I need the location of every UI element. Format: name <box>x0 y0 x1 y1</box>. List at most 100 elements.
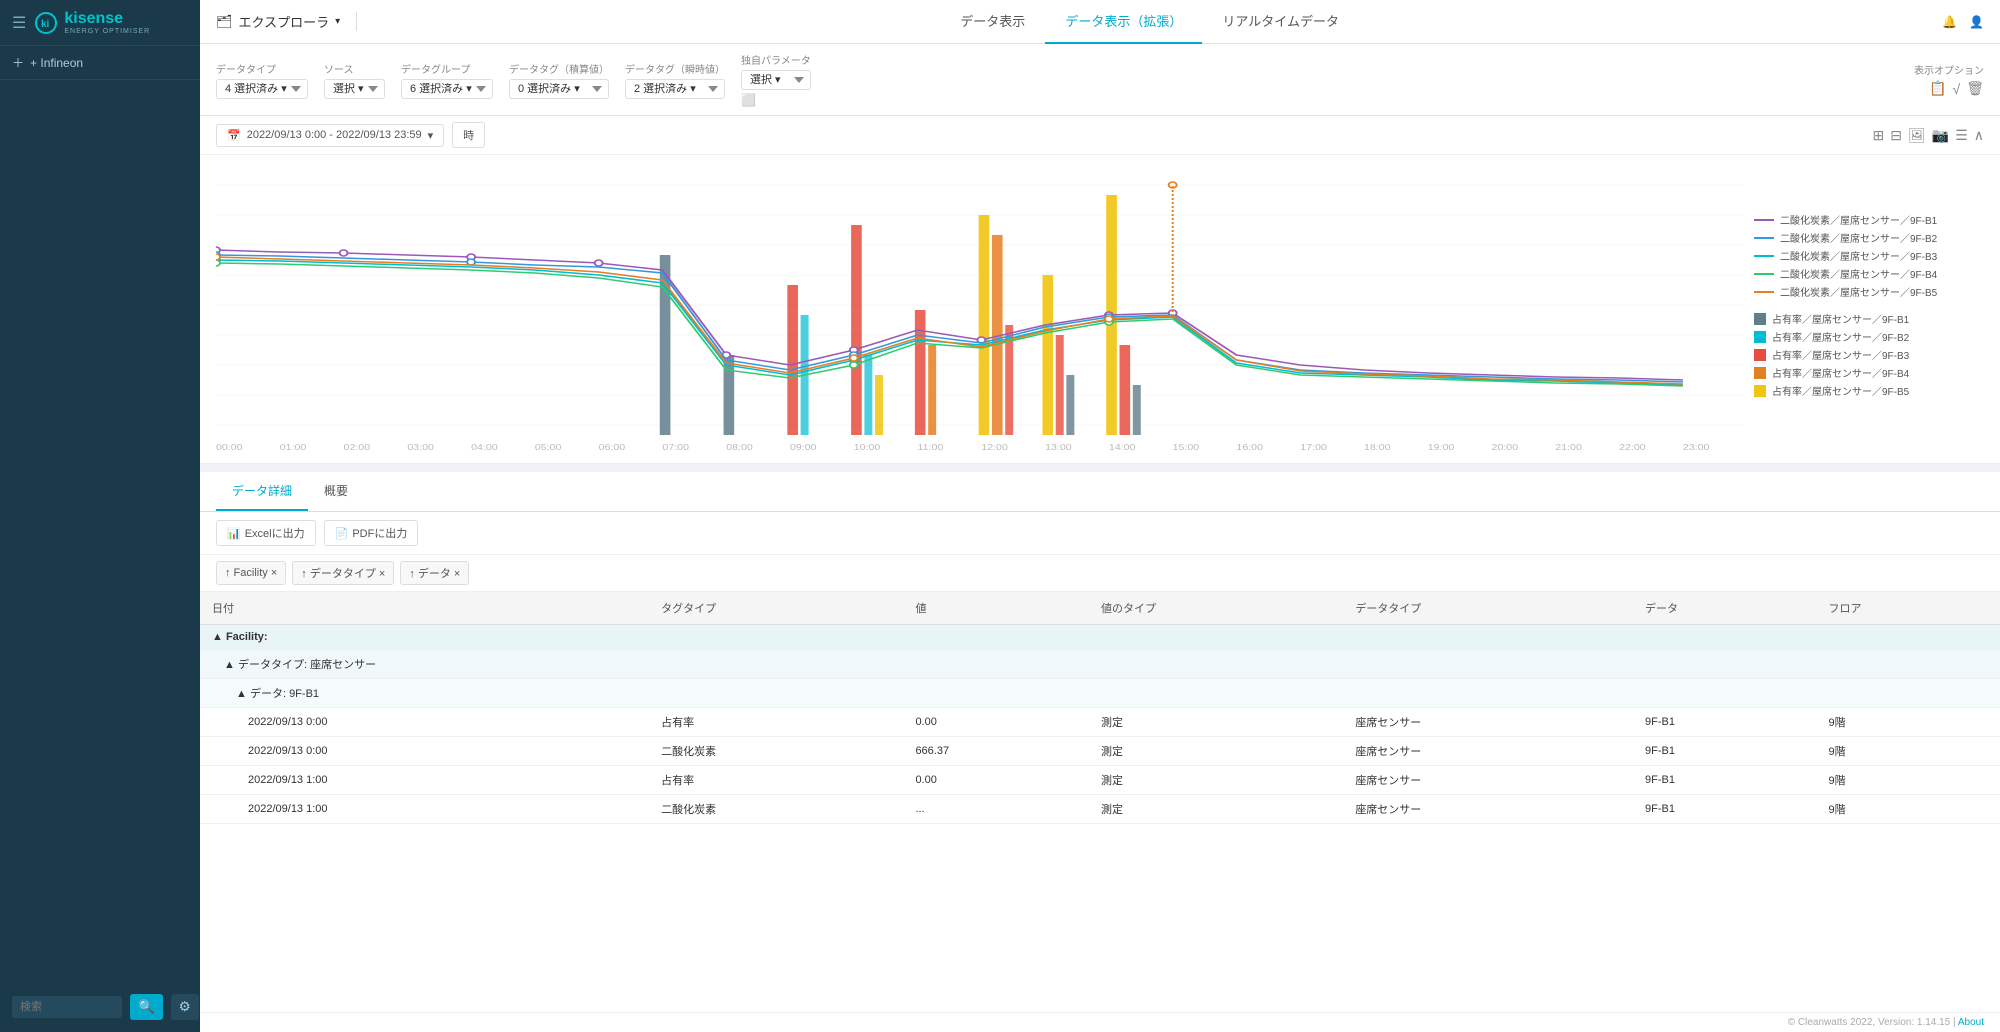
date-range-button[interactable]: 📅 2022/09/13 0:00 - 2022/09/13 23:59 ▾ <box>216 124 444 147</box>
display-icons: 📋 √ 🗑 <box>1929 80 1984 97</box>
tab-summary[interactable]: 概要 <box>308 472 364 511</box>
svg-text:12:00: 12:00 <box>981 442 1008 451</box>
svg-text:09:00: 09:00 <box>790 442 817 451</box>
custom-param-select[interactable]: 選択 ▾ <box>741 70 811 90</box>
add-infineon-button[interactable]: ＋ + Infineon <box>0 46 200 80</box>
tab-data-detail[interactable]: データ詳細 <box>216 472 308 511</box>
legend-label-co2-b5: 二酸化炭素／屋席センサー／9F-B5 <box>1780 284 1937 299</box>
chart-list-icon[interactable]: ☰ <box>1955 127 1968 144</box>
svg-text:04:00: 04:00 <box>471 442 498 451</box>
filter-tag-data-label: ↑ データ × <box>409 565 460 581</box>
svg-text:15:00: 15:00 <box>1173 442 1200 451</box>
svg-text:22:00: 22:00 <box>1619 442 1646 451</box>
col-date: 日付 <box>200 592 649 625</box>
export-excel-label: Excelに出力 <box>245 525 305 541</box>
tab-realtime[interactable]: リアルタイムデータ <box>1202 0 1359 44</box>
svg-text:ki: ki <box>41 19 50 30</box>
custom-param-label: 独自パラメータ <box>741 52 811 67</box>
nav-icons: 🔔 👤 <box>1942 15 1984 29</box>
display-formula-icon[interactable]: √ <box>1953 81 1961 97</box>
legend-item-occ-b1: 占有率／屋席センサー／9F-B1 <box>1754 311 1984 326</box>
table-row: 2022/09/13 0:00 占有率 0.00 測定 座席センサー 9F-B1… <box>200 708 2000 737</box>
calendar-icon: 📅 <box>227 129 241 142</box>
facility-collapse-icon[interactable]: ▲ <box>212 631 223 643</box>
svg-text:20:00: 20:00 <box>1492 442 1519 451</box>
hamburger-icon[interactable]: ☰ <box>12 13 26 33</box>
custom-param-extra-icon[interactable]: ⬜ <box>741 93 811 107</box>
legend-bar-occ-b3 <box>1754 349 1766 361</box>
data-tag-acc-select[interactable]: 0 選択済み ▾ <box>509 79 609 99</box>
data-type-select[interactable]: 4 選択済み ▾ <box>216 79 308 99</box>
col-data-type: データタイプ <box>1343 592 1633 625</box>
page-footer: © Cleanwatts 2022, Version: 1.14.15 | Ab… <box>200 1012 2000 1032</box>
cell-data-type: 座席センサー <box>1343 737 1633 766</box>
data-group-select[interactable]: 6 選択済み ▾ <box>401 79 493 99</box>
svg-text:19:00: 19:00 <box>1428 442 1455 451</box>
data-tag-inst-select[interactable]: 2 選択済み ▾ <box>625 79 725 99</box>
user-icon[interactable]: 👤 <box>1969 15 1984 29</box>
chart-grid-icon[interactable]: ⊞ <box>1873 127 1885 144</box>
chart-stack-icon[interactable]: ⊟ <box>1890 127 1902 144</box>
svg-text:07:00: 07:00 <box>662 442 689 451</box>
legend-item-occ-b2: 占有率／屋席センサー／9F-B2 <box>1754 329 1984 344</box>
data-item-collapse-icon[interactable]: ▲ <box>236 688 247 700</box>
legend-label-occ-b1: 占有率／屋席センサー／9F-B1 <box>1772 311 1909 326</box>
chart-collapse-icon[interactable]: ∧ <box>1974 127 1984 144</box>
filter-button[interactable]: ⚙ <box>171 994 199 1020</box>
source-label: ソース <box>324 61 385 76</box>
data-type-filter-group: データタイプ 4 選択済み ▾ <box>216 61 308 99</box>
legend-line-co2-b5 <box>1754 291 1774 293</box>
chart-image-icon[interactable]: 🖼 <box>1908 127 1926 144</box>
search-input[interactable] <box>12 996 122 1018</box>
cell-floor: 9階 <box>1816 708 2000 737</box>
cell-value: 666.37 <box>903 737 1089 766</box>
filter-tag-facility[interactable]: ↑ Facility × <box>216 561 286 585</box>
chart-section: 📅 2022/09/13 0:00 - 2022/09/13 23:59 ▾ 時… <box>200 116 2000 464</box>
datatype-label: データタイプ: 座席センサー <box>238 659 376 671</box>
custom-param-filter-group: 独自パラメータ 選択 ▾ ⬜ <box>741 52 811 107</box>
legend-item-co2-b1: 二酸化炭素／屋席センサー／9F-B1 <box>1754 212 1984 227</box>
chart-photo-icon[interactable]: 📷 <box>1932 127 1949 144</box>
sidebar-footer: 🔍 ⚙ <box>0 982 200 1032</box>
legend-label-co2-b3: 二酸化炭素／屋席センサー／9F-B3 <box>1780 248 1937 263</box>
legend-label-occ-b4: 占有率／屋席センサー／9F-B4 <box>1772 365 1909 380</box>
export-pdf-button[interactable]: 📄 PDFに出力 <box>324 520 419 546</box>
export-excel-button[interactable]: 📊 Excelに出力 <box>216 520 316 546</box>
filter-tag-datatype[interactable]: ↑ データタイプ × <box>292 561 394 585</box>
notification-icon[interactable]: 🔔 <box>1942 15 1957 29</box>
tab-data-view[interactable]: データ表示 <box>940 0 1045 44</box>
cell-floor: 9階 <box>1816 795 2000 824</box>
group-row-datatype: ▲ データタイプ: 座席センサー <box>200 650 2000 679</box>
tab-data-view-ext[interactable]: データ表示（拡張） <box>1045 0 1202 44</box>
datatype-group-cell: ▲ データタイプ: 座席センサー <box>200 650 2000 679</box>
display-table-icon[interactable]: 📋 <box>1929 80 1946 97</box>
date-range-text: 2022/09/13 0:00 - 2022/09/13 23:59 <box>247 129 422 141</box>
main-content: 🗂 エクスプローラ ▾ データ表示 データ表示（拡張） リアルタイムデータ 🔔 … <box>200 0 2000 1032</box>
facility-label: Facility: <box>226 631 268 643</box>
source-select[interactable]: 選択 ▾ <box>324 79 385 99</box>
table-row: 2022/09/13 1:00 二酸化炭素 ... 測定 座席センサー 9F-B… <box>200 795 2000 824</box>
datatype-collapse-icon[interactable]: ▲ <box>224 659 235 671</box>
cell-value-type: 測定 <box>1089 737 1343 766</box>
logo-title: kisense <box>64 10 150 28</box>
about-link[interactable]: About <box>1958 1017 1984 1028</box>
group-row-data: ▲ データ: 9F-B1 <box>200 679 2000 708</box>
svg-text:08:00: 08:00 <box>726 442 753 451</box>
data-item-group-cell: ▲ データ: 9F-B1 <box>200 679 2000 708</box>
search-button[interactable]: 🔍 <box>130 994 163 1020</box>
display-delete-icon[interactable]: 🗑 <box>1966 80 1984 97</box>
explorer-nav[interactable]: 🗂 エクスプローラ ▾ <box>216 12 357 31</box>
svg-text:21:00: 21:00 <box>1555 442 1582 451</box>
chart-svg: 90 % 80 % 70 % 60 % 50 % 40 % 30 % 20 % … <box>216 155 1744 455</box>
data-tabs: データ詳細 概要 <box>200 472 2000 512</box>
infineon-label: + Infineon <box>30 56 83 70</box>
time-unit-button[interactable]: 時 <box>452 122 485 148</box>
table-body: ▲ Facility: ▲ データタイプ: 座席センサー <box>200 625 2000 824</box>
facility-group-cell: ▲ Facility: <box>200 625 2000 650</box>
cell-data-type: 座席センサー <box>1343 795 1633 824</box>
chart-with-legend: 90 % 80 % 70 % 60 % 50 % 40 % 30 % 20 % … <box>200 155 2000 463</box>
cell-tag-type: 占有率 <box>649 766 903 795</box>
svg-text:03:00: 03:00 <box>407 442 434 451</box>
filter-tag-data[interactable]: ↑ データ × <box>400 561 469 585</box>
filter-bar: データタイプ 4 選択済み ▾ ソース 選択 ▾ データグループ 6 選択済み … <box>200 44 2000 116</box>
